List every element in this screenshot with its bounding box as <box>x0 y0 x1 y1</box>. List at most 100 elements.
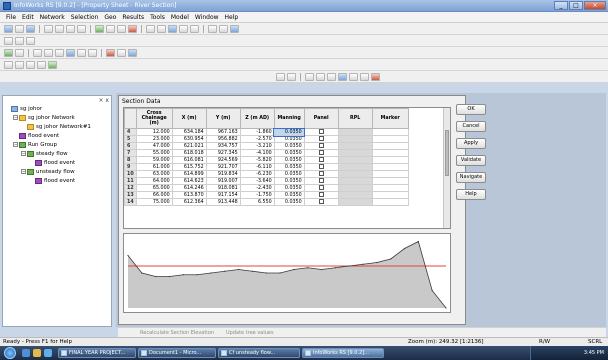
tool-f-icon[interactable] <box>88 48 97 57</box>
profile-point[interactable] <box>238 268 240 271</box>
profile-point[interactable] <box>182 274 184 276</box>
table-row[interactable]: 11 64.000 614.623 919.007 -3.640 0.0350 <box>124 177 409 185</box>
table-icon[interactable] <box>106 24 115 33</box>
menu-selection[interactable]: Selection <box>68 14 102 21</box>
line-icon[interactable] <box>26 36 35 45</box>
close-button[interactable]: × <box>584 1 606 10</box>
cell-marker[interactable] <box>371 142 409 150</box>
cell-y[interactable]: 919.007 <box>205 177 241 185</box>
magnify-icon[interactable] <box>15 60 24 69</box>
profile-point[interactable] <box>251 270 254 272</box>
circle-icon[interactable] <box>26 60 35 69</box>
add-icon[interactable] <box>4 60 13 69</box>
tree-item[interactable]: − sg johor Network <box>5 113 109 122</box>
tool-h-icon[interactable] <box>117 48 126 57</box>
menu-window[interactable]: Window <box>192 14 222 21</box>
pan-icon[interactable] <box>230 24 239 33</box>
cell-y[interactable]: 934.757 <box>205 142 241 150</box>
cell-chainage[interactable]: 64.000 <box>135 177 173 185</box>
table-row[interactable]: 9 61.000 615.752 921.707 -6.110 0.0350 <box>124 163 409 171</box>
cell-z[interactable]: -3.210 <box>239 142 275 150</box>
panel-checkbox[interactable] <box>318 143 324 148</box>
panel-checkbox[interactable] <box>318 129 324 134</box>
tool-e-icon[interactable] <box>77 48 86 57</box>
text-icon[interactable] <box>128 24 137 33</box>
cell-rpl[interactable] <box>337 142 373 150</box>
tool-c-icon[interactable] <box>55 48 64 57</box>
new-icon[interactable] <box>4 24 13 33</box>
cell-manning[interactable]: 0.0350 <box>273 142 305 150</box>
panel-checkbox[interactable] <box>318 171 324 176</box>
ok-button[interactable]: OK <box>456 104 486 115</box>
cell-x[interactable]: 634.184 <box>171 128 207 136</box>
flag-icon[interactable] <box>128 48 137 57</box>
cell-z[interactable]: -2.430 <box>239 184 275 192</box>
profile-point[interactable] <box>168 275 171 278</box>
cell-rpl[interactable] <box>337 135 373 143</box>
cell-panel[interactable] <box>303 177 339 185</box>
table-row[interactable]: 8 59.000 616.081 924.569 -5.820 0.0350 <box>124 156 409 164</box>
cell-y[interactable]: 917.154 <box>205 191 241 199</box>
panel-close-icon[interactable]: × x <box>99 97 110 104</box>
table-row[interactable]: 10 63.000 614.899 919.834 -6.230 0.0350 <box>124 170 409 178</box>
cell-y[interactable]: 921.707 <box>205 163 241 171</box>
cell-x[interactable]: 614.899 <box>171 170 207 178</box>
bridge-icon[interactable] <box>190 24 199 33</box>
tree-item[interactable]: sg johor <box>5 104 109 113</box>
menu-network[interactable]: Network <box>37 14 68 21</box>
cell-y[interactable]: 967.163 <box>205 128 241 136</box>
cell-z[interactable]: -5.820 <box>239 156 275 164</box>
cell-manning[interactable]: 0.0350 <box>273 191 305 199</box>
profile-point[interactable] <box>265 272 267 274</box>
table-row[interactable]: 4 12.000 634.184 967.163 -1.860 0.0350 <box>124 127 409 137</box>
cell-rpl[interactable] <box>337 156 373 164</box>
table-row[interactable]: 14 75.000 612.364 913.448 6.550 0.0350 <box>124 198 409 206</box>
task-unsteady-flow[interactable]: Cf unsteady flow... <box>218 348 300 358</box>
apply-button[interactable]: Apply <box>456 138 486 149</box>
profile-point[interactable] <box>196 274 198 276</box>
task-infoworks[interactable]: InfoWorks RS [9.0.2]... <box>302 348 384 358</box>
panel-checkbox[interactable] <box>318 192 324 197</box>
cell-marker[interactable] <box>371 128 409 136</box>
tool-a-icon[interactable] <box>33 48 42 57</box>
tool-b-icon[interactable] <box>44 48 53 57</box>
col-y[interactable]: Y (m) <box>205 108 241 129</box>
profile-point[interactable] <box>334 267 336 269</box>
cell-x[interactable]: 615.752 <box>171 163 207 171</box>
cell-rpl[interactable] <box>337 149 373 157</box>
table-row[interactable]: 13 66.000 613.870 917.154 -1.750 0.0350 <box>124 191 409 199</box>
cell-x[interactable]: 612.364 <box>171 198 207 206</box>
profile-point[interactable] <box>224 270 226 272</box>
help-button[interactable]: Help <box>456 189 486 200</box>
cell-chainage[interactable]: 63.000 <box>135 170 173 178</box>
cell-panel[interactable] <box>303 170 339 178</box>
table-row[interactable]: 7 55.000 618.018 927.345 -4.100 0.0350 <box>124 149 409 157</box>
tree-toggle-icon[interactable]: − <box>13 115 18 120</box>
grid-icon[interactable] <box>95 24 104 33</box>
measure-icon[interactable] <box>37 60 46 69</box>
cell-z[interactable]: -6.230 <box>239 170 275 178</box>
cell-z[interactable]: -1.860 <box>239 128 275 136</box>
cell-y[interactable]: 913.448 <box>205 198 241 206</box>
open-icon[interactable] <box>15 24 24 33</box>
cell-y[interactable]: 927.345 <box>205 149 241 157</box>
menu-file[interactable]: File <box>3 14 19 21</box>
menu-results[interactable]: Results <box>119 14 147 21</box>
cell-rpl[interactable] <box>337 128 373 136</box>
cell-manning[interactable]: 0.0350 <box>273 198 305 206</box>
cell-z[interactable]: -1.750 <box>239 191 275 199</box>
cell-y[interactable]: 918.081 <box>205 184 241 192</box>
cell-rpl[interactable] <box>337 170 373 178</box>
tree-toggle-icon[interactable]: − <box>13 142 18 147</box>
save-icon[interactable] <box>26 24 35 33</box>
cell-y[interactable]: 919.834 <box>205 170 241 178</box>
tree-item[interactable]: − unsteady flow <box>5 167 109 176</box>
cell-panel[interactable] <box>303 184 339 192</box>
cell-x[interactable]: 616.081 <box>171 156 207 164</box>
weir-icon[interactable] <box>179 24 188 33</box>
cell-panel[interactable] <box>303 149 339 157</box>
polygon-icon[interactable] <box>15 36 24 45</box>
col-x[interactable]: X (m) <box>171 108 207 129</box>
menu-model[interactable]: Model <box>168 14 192 21</box>
col-chainage[interactable]: Cross Chainage (m) <box>135 108 173 129</box>
